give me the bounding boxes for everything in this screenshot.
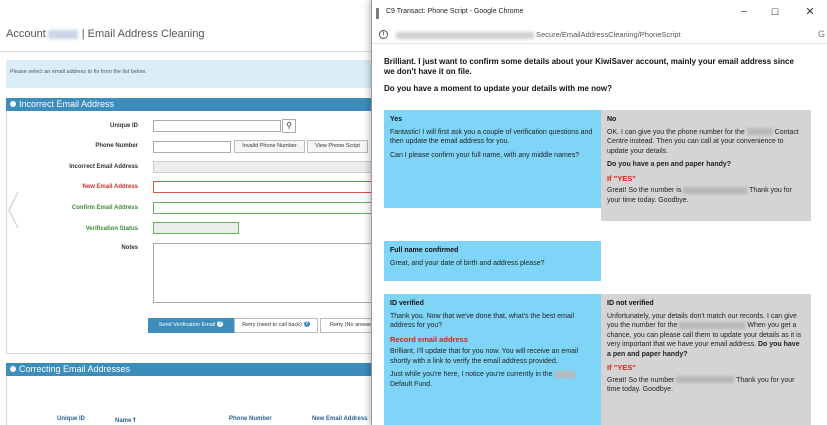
id-verified-text-3a: Just while you're here, I notice you're …	[390, 371, 553, 378]
help-icon: ?	[217, 321, 224, 327]
no-text-1: OK. I can give you the phone number for …	[607, 128, 805, 157]
not-verified-if-yes: If "YES"	[607, 363, 636, 372]
maximize-icon[interactable]: ☐	[765, 4, 785, 20]
instruction-text: Please select an email address to fix fr…	[10, 69, 147, 75]
script-intro: Brilliant. I just want to confirm some d…	[384, 57, 794, 76]
minimize-icon[interactable]: –	[734, 4, 754, 20]
name-confirmed-heading: Full name confirmed	[390, 247, 459, 254]
incorrect-email-label: Incorrect Email Address	[69, 164, 138, 170]
table-header-name[interactable]: Name 🠕	[115, 416, 136, 425]
yes-text-2: Can I please confirm your full name, wit…	[390, 151, 580, 159]
redacted-account-number	[47, 29, 78, 39]
sort-up-icon: 🠕	[133, 418, 136, 424]
new-email-input[interactable]	[153, 181, 380, 193]
address-bar[interactable]: i Secure/EmailAddressCleaning/PhoneScrip…	[372, 26, 827, 44]
correcting-emails-panel-header[interactable]: Correcting Email Addresses	[6, 363, 380, 376]
no-card[interactable]: No OK. I can give you the phone number f…	[601, 110, 811, 221]
no-if-yes: If "YES"	[607, 173, 636, 183]
account-label: Account	[6, 28, 46, 40]
unique-id-input[interactable]	[153, 120, 281, 132]
id-verified-text-1: Thank you. Now that we've done that, wha…	[390, 312, 574, 330]
incorrect-email-panel-header[interactable]: Incorrect Email Address	[6, 98, 380, 111]
name-confirmed-card[interactable]: Full name confirmed Great, and your date…	[384, 241, 601, 281]
panel-toggle-icon	[10, 366, 16, 372]
send-verification-email-button[interactable]: Send Verification Email?	[148, 318, 234, 333]
redacted-fund-name	[554, 370, 575, 378]
yes-heading: Yes	[390, 116, 403, 123]
id-not-verified-text-2: Great! So the number Thank you for your …	[607, 376, 805, 395]
no-text-2: Great! So the number is Thank you for yo…	[607, 186, 805, 205]
redacted-provider	[679, 321, 746, 329]
id-not-verified-text-2a: Great! So the number	[607, 376, 675, 384]
id-verified-text-2: Brilliant, I'll update that for you now.…	[390, 348, 579, 365]
app-icon	[376, 8, 379, 19]
table-header-new-email[interactable]: New Email Address	[312, 416, 367, 422]
window-title: C9 Transact: Phone Script - Google Chrom…	[386, 8, 524, 15]
redacted-provider	[746, 128, 773, 136]
phone-script-window: C9 Transact: Phone Script - Google Chrom…	[371, 0, 827, 425]
table-header-name-text: Name	[115, 418, 132, 424]
invalid-phone-button[interactable]: Invalid Phone Number	[234, 140, 305, 153]
close-icon[interactable]: ✕	[800, 4, 820, 20]
no-pen-question: Do you have a pen and paper handy?	[607, 161, 732, 168]
verification-status-label: Verification Status	[85, 226, 138, 232]
id-verified-card[interactable]: ID verified Thank you. Now that we've do…	[384, 294, 601, 425]
verification-status-field	[153, 222, 239, 234]
redacted-phone-number	[676, 376, 735, 384]
unique-id-label: Unique ID	[110, 123, 138, 129]
new-email-label: New Email Address	[82, 184, 138, 190]
page-title-text: | Email Address Cleaning	[81, 28, 205, 40]
incorrect-email-panel-title: Incorrect Email Address	[19, 99, 115, 109]
notes-textarea[interactable]	[153, 243, 380, 303]
yes-text-1: Fantastic! I will first ask you a couple…	[390, 128, 593, 146]
no-text-1a: OK. I can give you the phone number for …	[607, 128, 745, 136]
phone-number-input[interactable]	[153, 141, 231, 153]
redacted-url-host	[396, 32, 534, 39]
no-heading: No	[607, 116, 617, 123]
page-title: Account | Email Address Cleaning	[6, 28, 204, 40]
correcting-emails-panel-title: Correcting Email Addresses	[19, 364, 131, 374]
id-verified-text-3b: Default Fund.	[390, 380, 433, 388]
window-titlebar[interactable]: C9 Transact: Phone Script - Google Chrom…	[372, 0, 827, 26]
search-button[interactable]: ⚲	[282, 119, 296, 133]
record-email-label: Record email address	[390, 334, 468, 344]
notes-label: Notes	[121, 245, 138, 251]
app-header: Account | Email Address Cleaning	[0, 0, 380, 52]
confirm-email-input[interactable]	[153, 202, 380, 214]
name-confirmed-text: Great, and your date of birth and addres…	[390, 259, 545, 267]
view-phone-script-button[interactable]: View Phone Script	[307, 140, 368, 153]
id-not-verified-text-1: Unfortunately, your details don't match …	[607, 312, 805, 360]
id-not-verified-heading: ID not verified	[607, 300, 654, 307]
confirm-email-label: Confirm Email Address	[71, 205, 138, 211]
script-question: Do you have a moment to update your deta…	[384, 84, 613, 93]
panel-toggle-icon	[10, 101, 16, 107]
retry-call-back-label: Retry (need to call back)	[242, 322, 302, 328]
send-verification-label: Send Verification Email	[158, 322, 216, 328]
incorrect-email-field	[153, 161, 380, 173]
id-verified-heading: ID verified	[390, 300, 424, 307]
id-not-verified-card[interactable]: ID not verified Unfortunately, your deta…	[601, 294, 811, 425]
id-verified-text-3: Just while you're here, I notice you're …	[390, 370, 595, 389]
help-icon: ?	[303, 321, 310, 327]
search-icon: ⚲	[286, 121, 292, 130]
table-header-phone[interactable]: Phone Number	[229, 416, 272, 422]
phone-number-label: Phone Number	[95, 143, 138, 149]
info-icon[interactable]: i	[379, 30, 388, 39]
no-text-2a: Great! So the number is	[607, 187, 682, 194]
table-header-unique-id[interactable]: Unique ID	[57, 416, 85, 422]
url-path: Secure/EmailAddressCleaning/PhoneScript	[536, 30, 681, 39]
retry-call-back-button[interactable]: Retry (need to call back)?	[234, 318, 318, 333]
yes-card[interactable]: Yes Fantastic! I will first ask you a co…	[384, 110, 601, 208]
phone-script-content: Brilliant. I just want to confirm some d…	[372, 44, 827, 425]
google-icon[interactable]: G	[818, 29, 825, 39]
redacted-phone-number	[683, 186, 748, 194]
